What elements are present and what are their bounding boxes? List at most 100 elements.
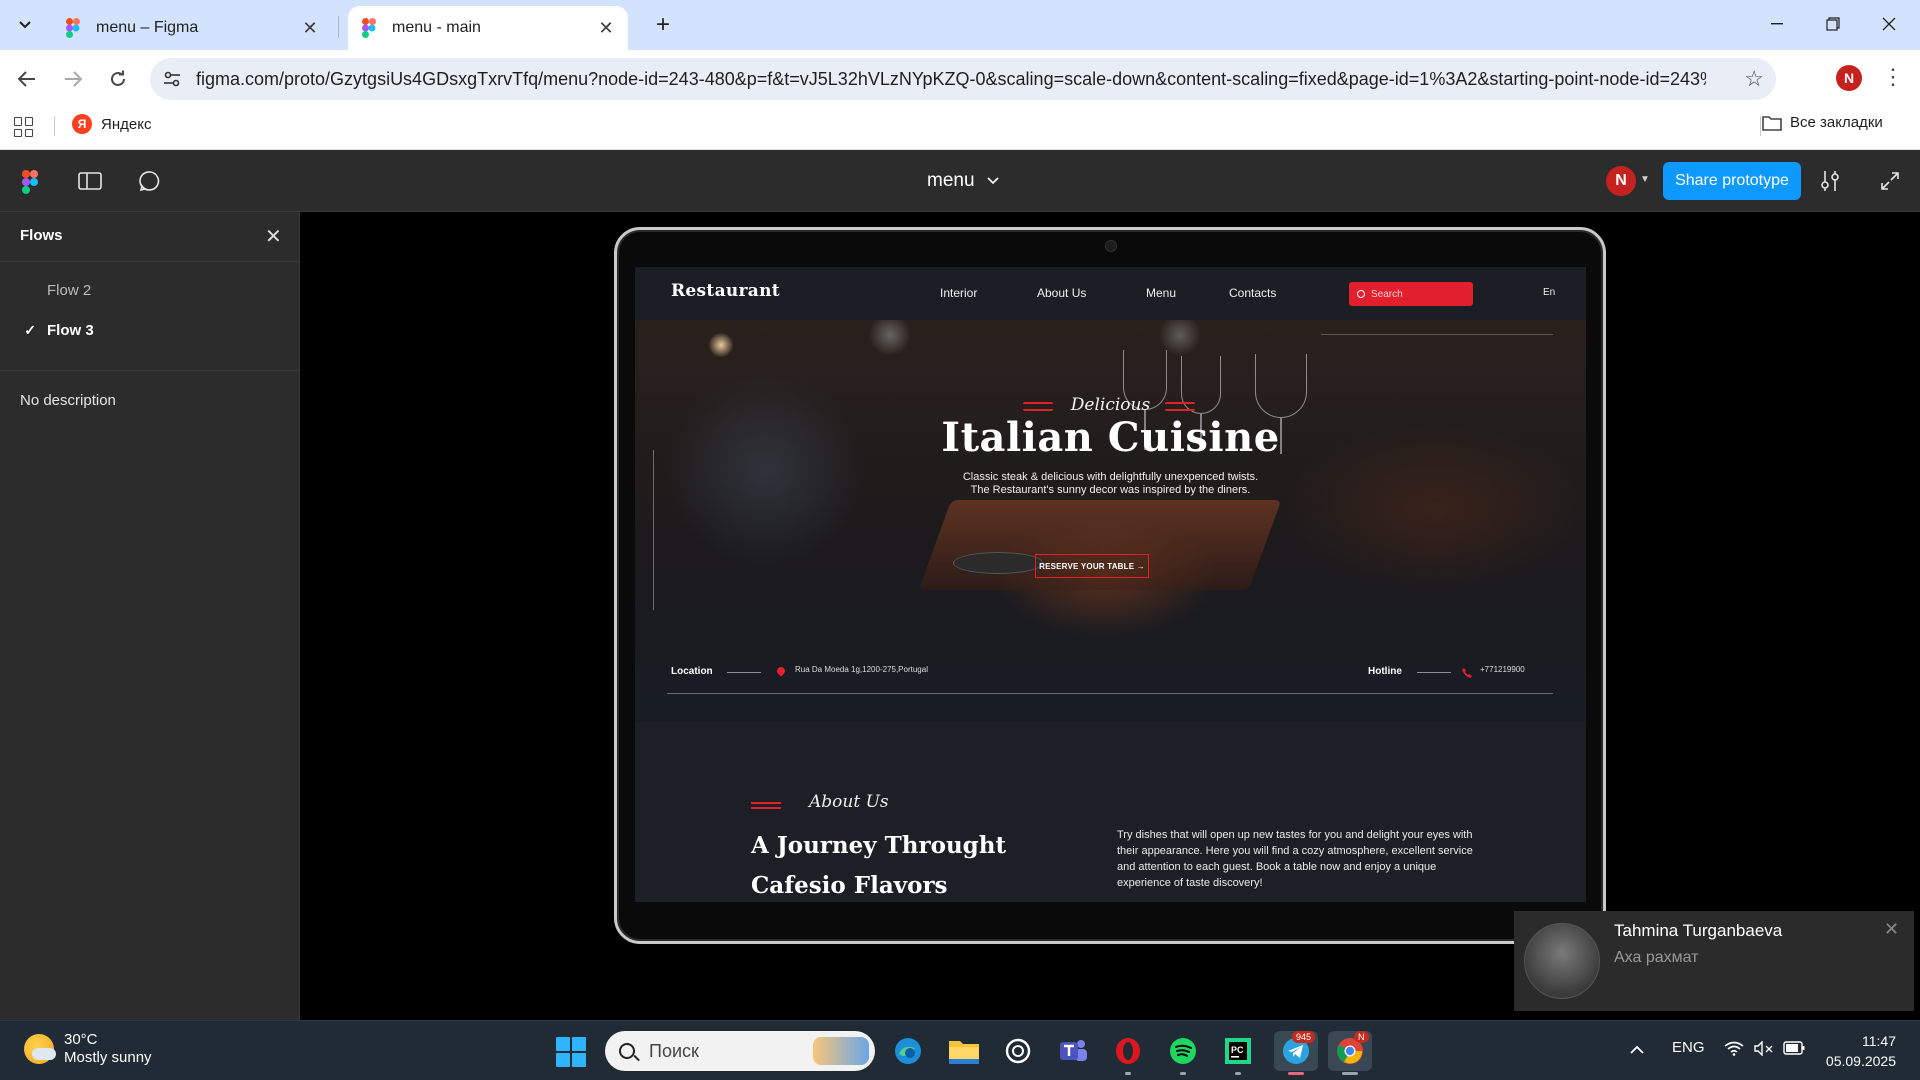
search-highlight-image	[813, 1037, 869, 1065]
telegram-unread-badge: 945	[1292, 1031, 1316, 1043]
battery-icon[interactable]	[1783, 1041, 1805, 1059]
tab-title: menu – Figma	[96, 19, 199, 36]
fullscreen-button[interactable]	[1876, 167, 1904, 195]
opera-icon[interactable]	[1108, 1031, 1148, 1071]
site-info-icon[interactable]	[160, 67, 184, 91]
deco-lines	[751, 802, 781, 809]
running-indicator	[1342, 1072, 1358, 1075]
sender-name: Tahmina Turganbaeva	[1614, 921, 1783, 940]
hero-bottom-divider	[667, 693, 1553, 694]
window-close-button[interactable]	[1866, 6, 1912, 42]
input-language[interactable]: ENG	[1672, 1039, 1705, 1056]
weather-widget[interactable]: 30°C Mostly sunny	[24, 1031, 152, 1067]
edge-icon[interactable]	[888, 1031, 928, 1071]
flow-item[interactable]: ✓ Flow 3	[0, 314, 300, 346]
tab-menu-figma[interactable]: menu – Figma ✕	[52, 6, 332, 50]
forward-button[interactable]	[57, 63, 89, 95]
pycharm-icon[interactable]: PC	[1218, 1031, 1258, 1071]
running-indicator	[1125, 1072, 1131, 1075]
back-button[interactable]	[11, 63, 43, 95]
running-indicator	[1180, 1072, 1186, 1075]
weather-condition: Mostly sunny	[64, 1049, 152, 1066]
divider	[0, 370, 300, 371]
windows-start-icon[interactable]	[556, 1037, 586, 1067]
address-bar[interactable]: figma.com/proto/GzytgsiUs4GDsxgTxrvTfq/m…	[150, 58, 1776, 100]
reload-icon	[111, 70, 125, 86]
language-switch[interactable]: En	[1543, 287, 1555, 298]
nav-link-contacts[interactable]: Contacts	[1229, 286, 1276, 300]
search-icon	[619, 1043, 635, 1059]
message-preview: Аха рахмат	[1614, 949, 1699, 966]
volume-muted-icon[interactable]	[1754, 1040, 1774, 1060]
spotify-icon[interactable]	[1163, 1031, 1203, 1071]
flow-label: Flow 2	[47, 281, 92, 299]
restore-button[interactable]	[1810, 6, 1856, 42]
about-section: About Us A Journey Throught Cafesio Flav…	[635, 722, 1586, 902]
arrow-left-icon	[18, 71, 35, 87]
chatgpt-icon[interactable]	[998, 1031, 1038, 1071]
chevron-down-icon[interactable]: ▼	[1640, 174, 1650, 185]
teams-icon[interactable]	[1053, 1031, 1093, 1071]
reload-button[interactable]	[102, 63, 134, 95]
close-icon[interactable]: ✕	[300, 18, 320, 38]
close-icon[interactable]: ✕	[265, 224, 282, 249]
windows-taskbar: 30°C Mostly sunny Поиск PC 945 N ENG 11:…	[0, 1020, 1920, 1080]
tab-menu-main[interactable]: menu - main ✕	[348, 6, 628, 50]
new-tab-button[interactable]: +	[650, 11, 676, 38]
reserve-table-button[interactable]: RESERVE YOUR TABLE →	[1035, 554, 1149, 578]
tab-divider	[338, 16, 339, 38]
file-title-dropdown[interactable]: menu	[927, 170, 999, 192]
phone-icon	[1462, 665, 1472, 683]
close-icon[interactable]: ✕	[1884, 919, 1899, 940]
flow-description: No description	[20, 392, 116, 409]
site-navbar: Restaurant Interior About Us Menu Contac…	[635, 267, 1586, 320]
sender-avatar	[1524, 923, 1600, 999]
file-explorer-icon[interactable]	[944, 1031, 984, 1071]
chat-notification[interactable]: Tahmina Turganbaeva Аха рахмат ✕	[1514, 911, 1914, 1011]
bookmark-yandex[interactable]: Я Яндекс	[72, 114, 151, 134]
wifi-icon[interactable]	[1724, 1041, 1744, 1060]
share-prototype-button[interactable]: Share prototype	[1663, 162, 1801, 200]
tray-chevron-up-icon[interactable]	[1630, 1041, 1644, 1058]
hero-photo-plate	[953, 552, 1043, 574]
profile-avatar[interactable]: N	[1836, 65, 1862, 91]
sidebar-toggle-button[interactable]	[76, 167, 104, 195]
browser-toolbar: figma.com/proto/GzytgsiUs4GDsxgTxrvTfq/m…	[0, 50, 1920, 108]
hero-subtitle-line: The Restaurant's sunny decor was inspire…	[970, 484, 1251, 496]
minimize-button[interactable]	[1754, 6, 1800, 42]
running-indicator	[1235, 1072, 1241, 1075]
chevron-down-icon	[986, 174, 999, 188]
bookmark-star-icon[interactable]: ☆	[1744, 66, 1764, 92]
hero-title: Italian Cuisine	[941, 414, 1280, 461]
about-text: Try dishes that will open up new tastes …	[1117, 829, 1473, 889]
all-bookmarks-button[interactable]: Все закладки	[1762, 114, 1883, 131]
nav-link-interior[interactable]: Interior	[940, 286, 977, 300]
location-pin-icon	[775, 665, 787, 677]
clock-date: 05.09.2025	[1825, 1053, 1896, 1069]
sidebar-icon	[78, 172, 102, 190]
taskbar-search[interactable]: Поиск	[605, 1031, 875, 1071]
flow-item[interactable]: Flow 2	[0, 274, 300, 306]
nav-link-menu[interactable]: Menu	[1146, 286, 1176, 300]
site-logo[interactable]: Restaurant	[671, 281, 780, 301]
system-clock[interactable]: 11:47 05.09.2025	[1822, 1031, 1896, 1071]
location-value: Rua Da Moeda 1g,1200-275,Portugal	[795, 665, 928, 674]
settings-button[interactable]	[1816, 167, 1844, 195]
figma-logo-icon[interactable]	[22, 170, 38, 194]
flows-panel: Flows ✕ Flow 2 ✓ Flow 3 No description	[0, 212, 300, 1020]
more-menu-icon[interactable]: ⋮	[1882, 64, 1904, 90]
close-icon[interactable]: ✕	[596, 18, 616, 38]
user-avatar[interactable]: N	[1606, 166, 1636, 196]
hero-section: Delicious Italian Cuisine Classic steak …	[635, 320, 1586, 722]
apps-grid-icon[interactable]	[14, 117, 34, 137]
tab-search-button[interactable]	[10, 10, 40, 40]
prototype-screen: Restaurant Interior About Us Menu Contac…	[635, 267, 1586, 902]
search-icon	[1357, 290, 1365, 298]
bookmark-label: Яндекс	[101, 115, 152, 133]
nav-link-about[interactable]: About Us	[1037, 286, 1086, 300]
comments-button[interactable]	[136, 167, 164, 195]
about-script: About Us	[809, 792, 889, 812]
site-search-input[interactable]: Search	[1349, 282, 1473, 306]
weather-sun-icon	[24, 1034, 56, 1064]
bookmarks-divider	[54, 116, 55, 136]
